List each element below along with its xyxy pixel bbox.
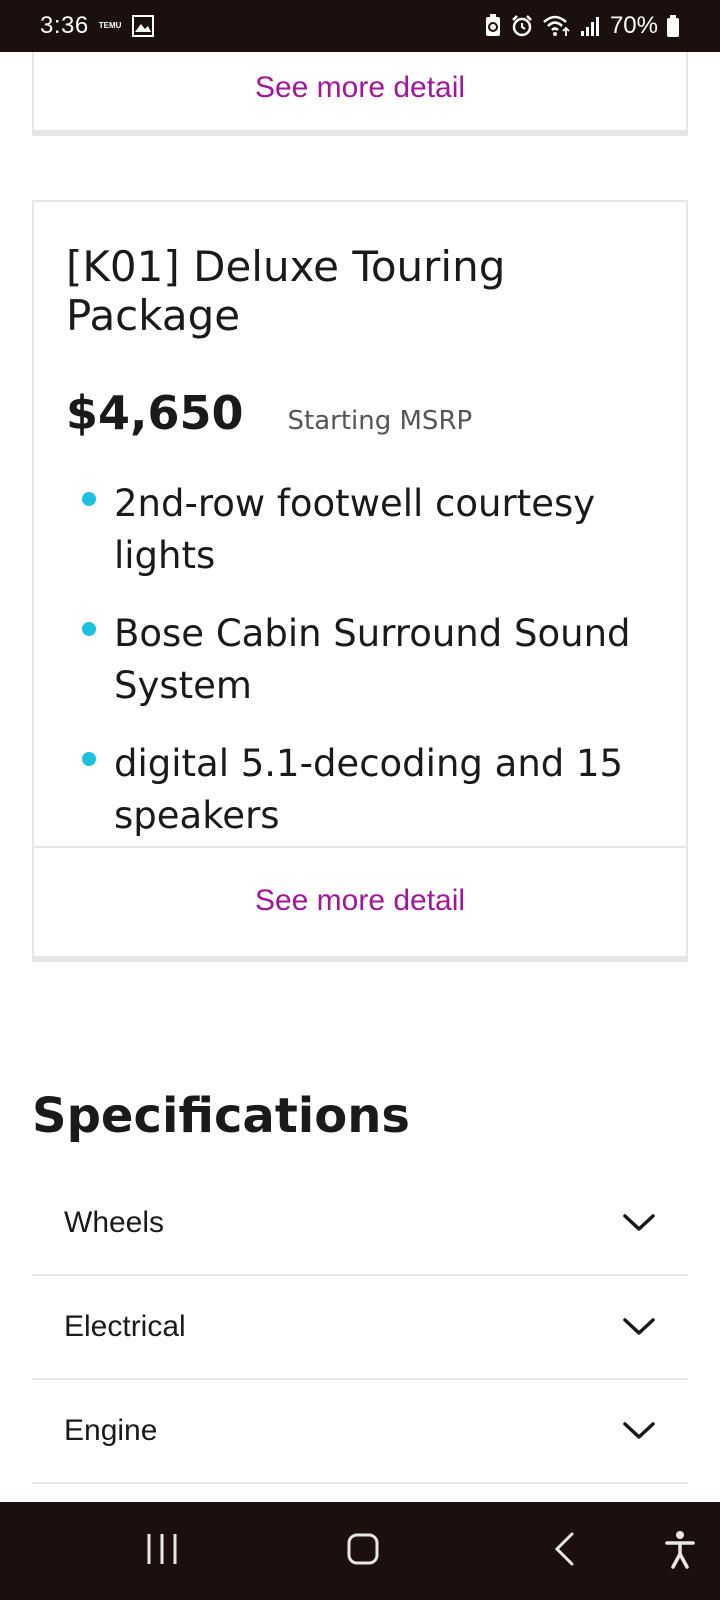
accordion-item-electrical[interactable]: Electrical <box>32 1276 688 1380</box>
status-right: 70% <box>484 12 680 40</box>
accordion-label: Electrical <box>64 1310 186 1343</box>
temu-label: TEMU <box>98 21 122 30</box>
see-more-detail-link[interactable]: See more detail <box>34 848 686 954</box>
status-time: 3:36 <box>40 12 89 39</box>
price-label: Starting MSRP <box>287 406 473 436</box>
status-left: 3:36 TEMU <box>40 12 155 40</box>
notification-image-icon <box>131 14 155 38</box>
home-icon[interactable] <box>346 1532 380 1571</box>
status-bar: 3:36 TEMU 70% <box>0 0 720 52</box>
feature-item: 2nd-row footwell courtesy lights <box>66 478 654 582</box>
package-title: [K01] Deluxe Touring Package <box>66 242 506 340</box>
signal-icon <box>580 14 602 38</box>
package-card: [K01] Deluxe Touring Package $4,650 Star… <box>32 200 688 962</box>
feature-item: Bose Cabin Surround Sound System <box>66 608 654 712</box>
feature-text: digital 5.1-decoding and 15 speakers <box>114 742 624 837</box>
package-price: $4,650 <box>66 386 244 440</box>
feature-item: digital 5.1-decoding and 15 speakers <box>66 738 654 842</box>
battery-icon <box>666 14 680 38</box>
accordion-label: Wheels <box>64 1206 165 1239</box>
accordion-item-wheels[interactable]: Wheels <box>32 1172 688 1276</box>
feature-text: Bose Cabin Surround Sound System <box>114 612 631 707</box>
content-area[interactable]: See more detail [K01] Deluxe Touring Pac… <box>0 52 720 1502</box>
price-row: $4,650 Starting MSRP <box>66 386 654 440</box>
temu-notification-icon: TEMU <box>98 21 122 30</box>
see-more-detail-link[interactable]: See more detail <box>34 52 686 132</box>
bullet-icon <box>82 492 96 506</box>
battery-saver-icon <box>484 14 502 38</box>
bullet-icon <box>82 622 96 636</box>
accordion-label: Engine <box>64 1414 158 1447</box>
specifications-title: Specifications <box>32 1088 410 1144</box>
chevron-down-icon[interactable] <box>622 1420 656 1442</box>
battery-percent: 70% <box>609 12 658 39</box>
package-body: [K01] Deluxe Touring Package $4,650 Star… <box>34 202 686 848</box>
alarm-icon <box>510 14 534 38</box>
back-icon[interactable] <box>552 1532 576 1571</box>
feature-text: 2nd-row footwell courtesy lights <box>114 482 596 577</box>
chevron-down-icon[interactable] <box>622 1212 656 1234</box>
wifi-icon <box>542 14 572 38</box>
chevron-down-icon[interactable] <box>622 1316 656 1338</box>
package-card-previous: See more detail <box>32 52 688 136</box>
feature-list: 2nd-row footwell courtesy lights Bose Ca… <box>66 478 654 842</box>
specifications-accordion: Wheels Electrical Engine <box>32 1172 688 1484</box>
bullet-icon <box>82 752 96 766</box>
recent-apps-icon[interactable] <box>146 1532 178 1571</box>
accordion-item-engine[interactable]: Engine <box>32 1380 688 1484</box>
navigation-bar <box>0 1502 720 1600</box>
accessibility-icon[interactable] <box>664 1530 696 1575</box>
